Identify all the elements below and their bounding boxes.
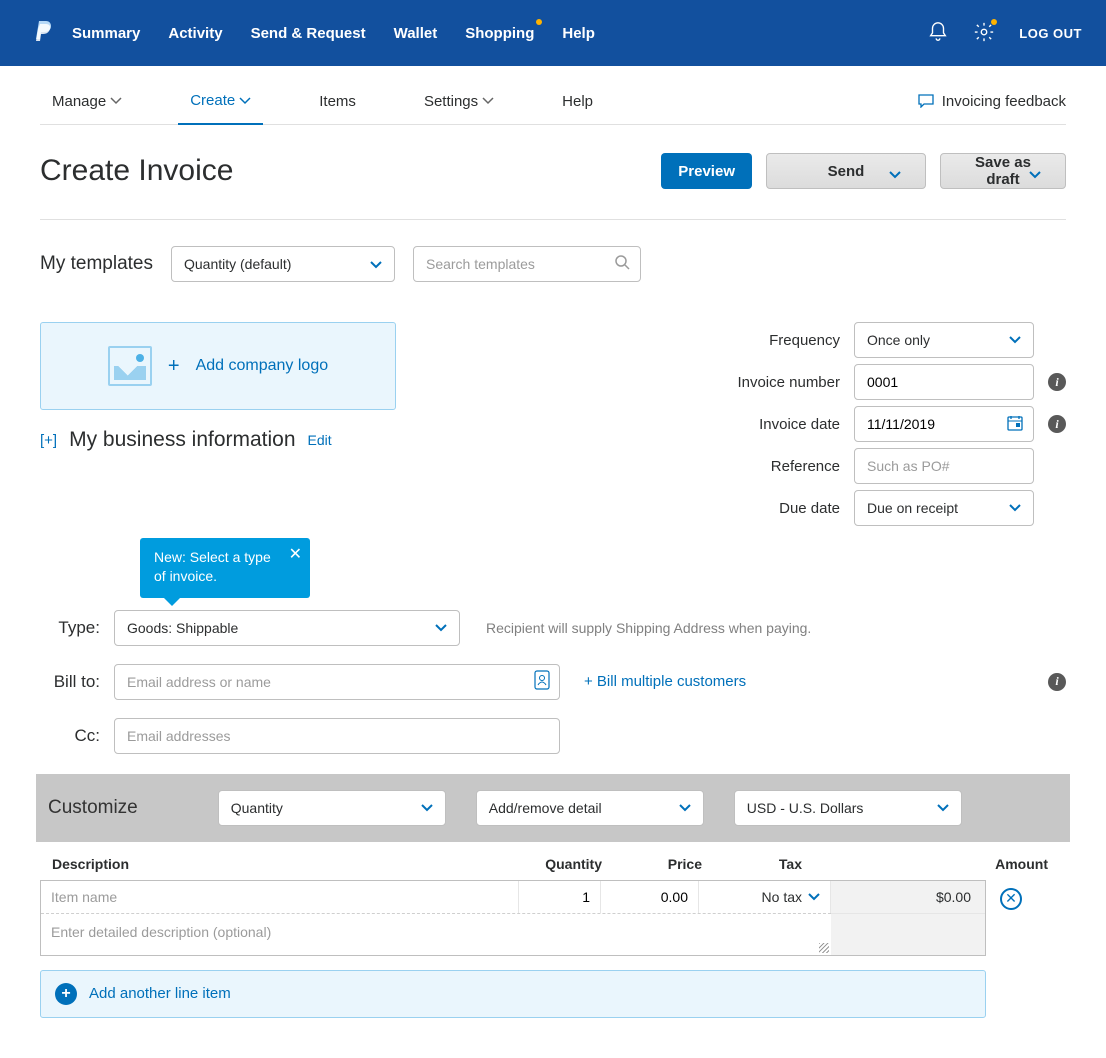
logout-link[interactable]: LOG OUT: [1019, 26, 1082, 41]
invoice-number-input[interactable]: [854, 364, 1034, 400]
add-remove-detail-select[interactable]: Add/remove detail: [476, 790, 704, 826]
preview-button[interactable]: Preview: [661, 153, 752, 189]
due-date-select[interactable]: Due on receipt: [854, 490, 1034, 526]
bell-icon[interactable]: [927, 21, 949, 46]
item-qty-input[interactable]: [519, 881, 601, 913]
col-tax: Tax: [702, 856, 832, 872]
search-icon: [615, 255, 630, 273]
info-icon[interactable]: i: [1048, 673, 1066, 691]
chat-icon: [918, 94, 934, 108]
customize-label: Customize: [48, 797, 138, 819]
item-description-input[interactable]: [41, 913, 831, 955]
type-tooltip: New: Select a type of invoice. ✕: [140, 538, 310, 598]
cc-input[interactable]: [114, 718, 560, 754]
bill-to-label: Bill to:: [40, 672, 100, 692]
cc-label: Cc:: [40, 726, 100, 746]
bill-to-input[interactable]: [114, 664, 560, 700]
nav-send-request[interactable]: Send & Request: [251, 25, 366, 42]
notification-dot-icon: [536, 19, 542, 25]
plus-icon: +: [168, 355, 180, 378]
image-placeholder-icon: [108, 346, 152, 386]
type-label: Type:: [40, 618, 100, 638]
line-items-header: Description Quantity Price Tax Amount: [40, 842, 1066, 880]
template-select[interactable]: Quantity (default): [171, 246, 395, 282]
frequency-select[interactable]: Once only: [854, 322, 1034, 358]
add-line-label: Add another line item: [89, 985, 231, 1002]
title-bar: Create Invoice Preview Send Save as draf…: [40, 125, 1066, 220]
plus-circle-icon: +: [55, 983, 77, 1005]
delete-line-button[interactable]: ✕: [1000, 888, 1022, 910]
due-date-label: Due date: [660, 500, 840, 517]
business-info-title: My business information: [69, 428, 295, 452]
info-icon[interactable]: i: [1048, 373, 1066, 391]
info-icon[interactable]: i: [1048, 415, 1066, 433]
quantity-mode-select[interactable]: Quantity: [218, 790, 446, 826]
search-templates-input[interactable]: [413, 246, 641, 282]
add-line-item-button[interactable]: + Add another line item: [40, 970, 986, 1018]
bill-multiple-link[interactable]: + Bill multiple customers: [584, 673, 746, 690]
gear-icon[interactable]: [973, 21, 995, 46]
chevron-down-icon: [370, 256, 382, 272]
edit-business-info-link[interactable]: Edit: [308, 432, 332, 448]
tab-manage[interactable]: Manage: [40, 93, 134, 124]
col-price: Price: [602, 856, 702, 872]
address-book-icon[interactable]: [533, 670, 551, 693]
invoicing-feedback-link[interactable]: Invoicing feedback: [918, 93, 1066, 124]
my-templates-label: My templates: [40, 253, 153, 275]
tab-create[interactable]: Create: [178, 92, 263, 125]
expand-business-info-toggle[interactable]: [+]: [40, 432, 57, 449]
col-quantity: Quantity: [522, 856, 602, 872]
top-navbar: Summary Activity Send & Request Wallet S…: [0, 0, 1106, 66]
calendar-icon[interactable]: [1007, 415, 1023, 434]
save-draft-button[interactable]: Save as draft: [940, 153, 1066, 189]
frequency-label: Frequency: [660, 332, 840, 349]
item-name-input[interactable]: [41, 881, 519, 913]
currency-select[interactable]: USD - U.S. Dollars: [734, 790, 962, 826]
sub-navbar: Manage Create Items Settings Help Invoic…: [40, 66, 1066, 125]
reference-label: Reference: [660, 458, 840, 475]
nav-shopping[interactable]: Shopping: [465, 25, 534, 42]
tab-settings[interactable]: Settings: [412, 93, 506, 124]
add-company-logo-button[interactable]: + Add company logo: [40, 322, 396, 410]
col-description: Description: [52, 856, 522, 872]
resize-handle-icon[interactable]: [819, 943, 829, 953]
close-icon[interactable]: ✕: [289, 544, 302, 566]
item-tax-select[interactable]: No tax: [699, 881, 831, 913]
invoice-date-label: Invoice date: [660, 416, 840, 433]
nav-summary[interactable]: Summary: [72, 25, 140, 42]
nav-help[interactable]: Help: [562, 25, 595, 42]
nav-wallet[interactable]: Wallet: [394, 25, 438, 42]
item-price-input[interactable]: [601, 881, 699, 913]
paypal-logo-icon[interactable]: [24, 21, 64, 45]
item-amount: $0.00: [831, 881, 985, 913]
reference-input[interactable]: [854, 448, 1034, 484]
type-hint: Recipient will supply Shipping Address w…: [486, 620, 811, 636]
tab-help[interactable]: Help: [550, 93, 605, 124]
line-item-row: No tax $0.00 ✕: [40, 880, 1066, 956]
page-title: Create Invoice: [40, 154, 661, 188]
customize-bar: Customize Quantity Add/remove detail USD…: [36, 774, 1070, 842]
nav-activity[interactable]: Activity: [168, 25, 222, 42]
add-logo-label: Add company logo: [196, 357, 329, 375]
notification-dot-icon: [991, 19, 997, 25]
tab-items[interactable]: Items: [307, 93, 368, 124]
invoice-number-label: Invoice number: [660, 374, 840, 391]
amount-cell-extension: [831, 913, 985, 955]
invoice-type-select[interactable]: Goods: Shippable: [114, 610, 460, 646]
invoice-date-input[interactable]: [854, 406, 1034, 442]
send-button[interactable]: Send: [766, 153, 926, 189]
col-amount: Amount: [832, 856, 1060, 872]
